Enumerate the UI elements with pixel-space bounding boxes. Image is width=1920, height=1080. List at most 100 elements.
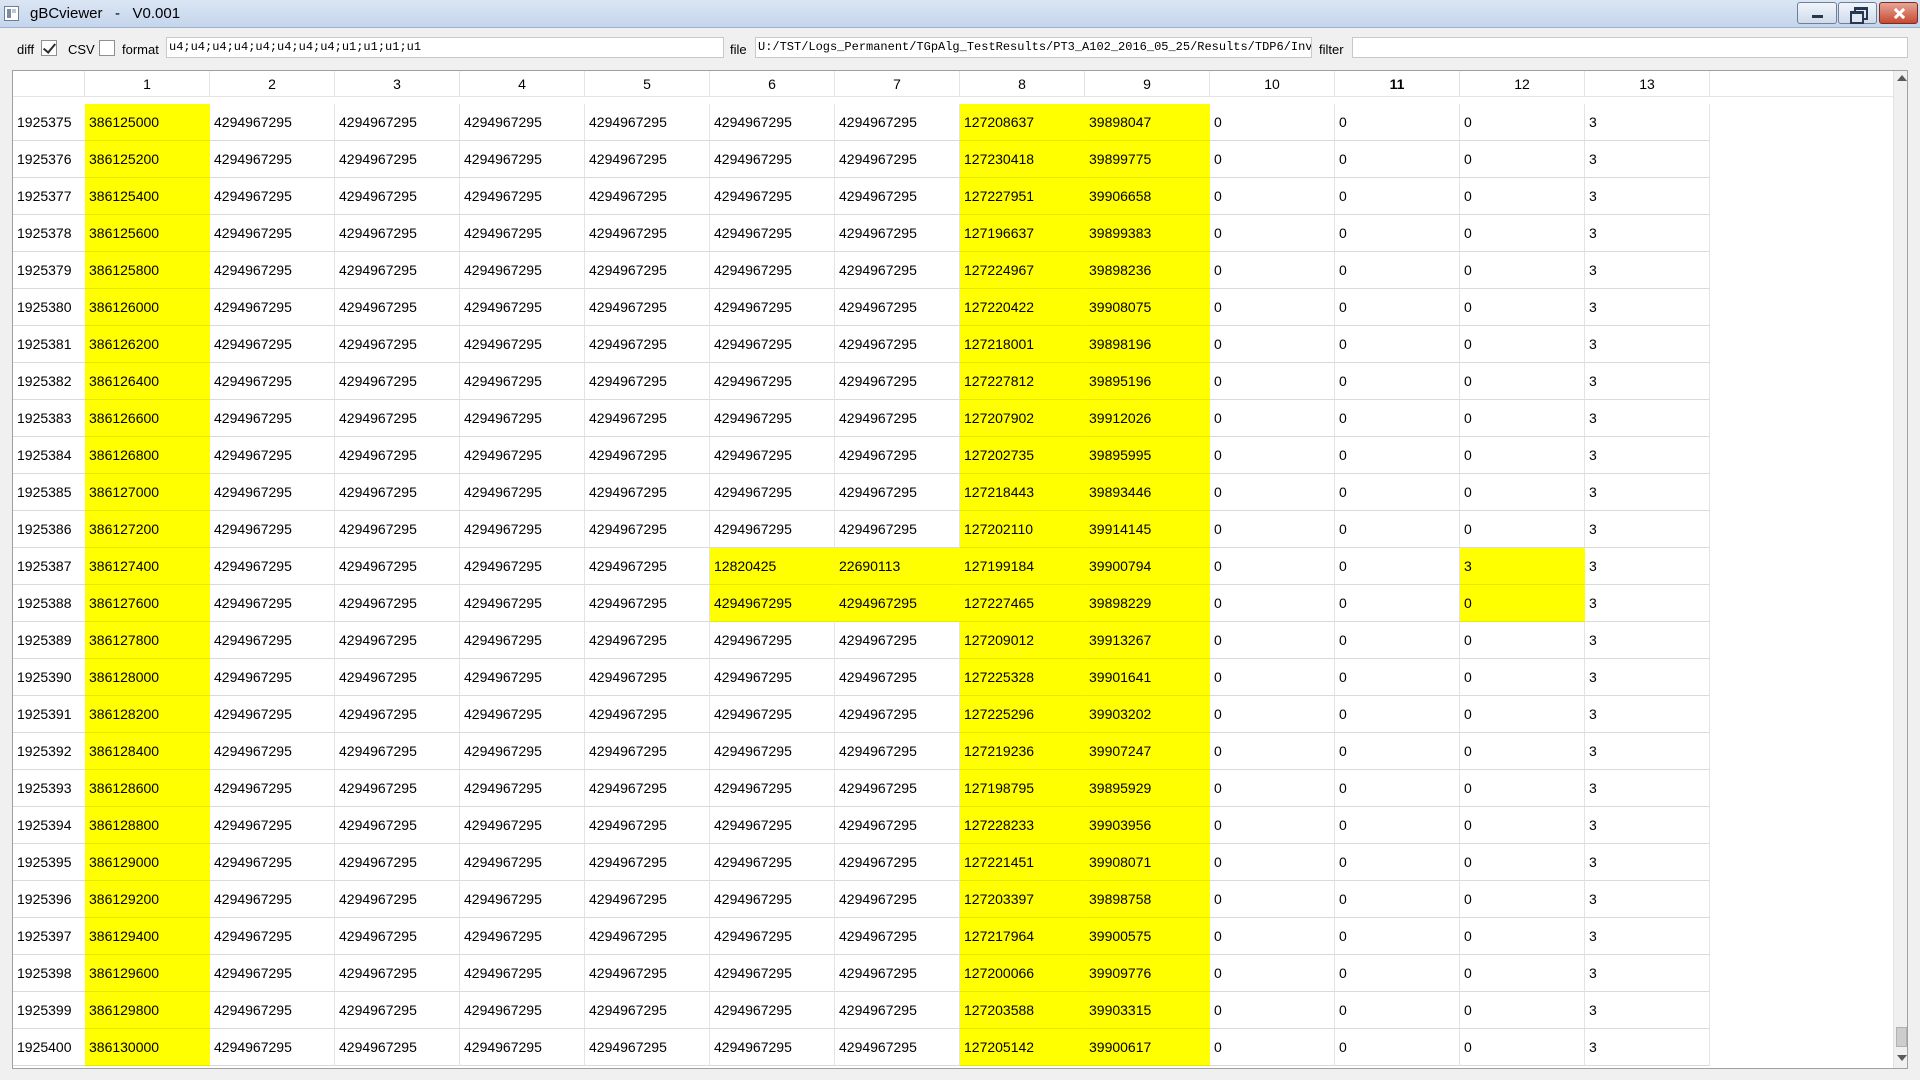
table-cell[interactable]: 4294967295 [710,474,835,511]
table-cell[interactable]: 4294967295 [460,844,585,881]
row-header[interactable]: 1925389 [13,622,85,659]
table-cell[interactable]: 4294967295 [710,252,835,289]
diff-checkbox[interactable] [41,40,57,56]
table-cell[interactable]: 39898047 [1085,104,1210,141]
table-cell[interactable]: 0 [1210,585,1335,622]
table-cell[interactable]: 4294967295 [835,289,960,326]
table-cell[interactable]: 4294967295 [835,215,960,252]
table-cell[interactable]: 39908075 [1085,289,1210,326]
table-cell[interactable]: 4294967295 [210,289,335,326]
table-cell[interactable]: 0 [1210,696,1335,733]
table-cell[interactable]: 4294967295 [460,104,585,141]
column-header-2[interactable]: 2 [210,71,335,97]
table-cell[interactable]: 4294967295 [585,474,710,511]
table-cell[interactable]: 4294967295 [585,844,710,881]
table-cell[interactable]: 0 [1335,252,1460,289]
table-cell[interactable]: 4294967295 [335,622,460,659]
table-cell[interactable]: 3 [1585,844,1710,881]
table-cell[interactable]: 4294967295 [335,289,460,326]
row-header[interactable]: 1925383 [13,400,85,437]
row-header[interactable]: 1925391 [13,696,85,733]
table-cell[interactable]: 0 [1335,585,1460,622]
table-cell[interactable]: 4294967295 [210,696,335,733]
table-cell[interactable]: 39909776 [1085,955,1210,992]
table-cell[interactable]: 4294967295 [585,178,710,215]
table-cell[interactable]: 0 [1210,363,1335,400]
table-cell[interactable]: 39903315 [1085,992,1210,1029]
table-cell[interactable]: 0 [1210,955,1335,992]
table-cell[interactable]: 4294967295 [460,141,585,178]
table-cell[interactable]: 0 [1460,252,1585,289]
table-cell[interactable]: 0 [1460,622,1585,659]
table-cell[interactable]: 386129400 [85,918,210,955]
table-cell[interactable]: 4294967295 [335,659,460,696]
table-cell[interactable]: 0 [1335,955,1460,992]
table-cell[interactable]: 386129000 [85,844,210,881]
table-cell[interactable]: 39895196 [1085,363,1210,400]
table-cell[interactable]: 4294967295 [460,215,585,252]
table-cell[interactable]: 3 [1585,511,1710,548]
table-cell[interactable]: 4294967295 [335,918,460,955]
table-cell[interactable]: 127221451 [960,844,1085,881]
table-cell[interactable]: 0 [1210,548,1335,585]
table-cell[interactable]: 39914145 [1085,511,1210,548]
table-cell[interactable]: 4294967295 [335,474,460,511]
table-cell[interactable]: 0 [1335,733,1460,770]
table-cell[interactable]: 127202735 [960,437,1085,474]
table-cell[interactable]: 4294967295 [835,252,960,289]
table-cell[interactable]: 386125400 [85,178,210,215]
table-cell[interactable]: 0 [1460,511,1585,548]
table-cell[interactable]: 39898758 [1085,881,1210,918]
table-cell[interactable]: 4294967295 [460,622,585,659]
table-cell[interactable]: 4294967295 [460,511,585,548]
table-cell[interactable]: 0 [1335,104,1460,141]
table-cell[interactable]: 4294967295 [710,844,835,881]
table-cell[interactable]: 386125600 [85,215,210,252]
table-cell[interactable]: 0 [1460,178,1585,215]
scroll-thumb[interactable] [1896,1027,1907,1047]
csv-checkbox[interactable] [99,40,115,56]
table-cell[interactable]: 127217964 [960,918,1085,955]
table-cell[interactable]: 0 [1210,326,1335,363]
table-cell[interactable]: 3 [1460,548,1585,585]
column-header-10[interactable]: 10 [1210,71,1335,97]
file-path-input[interactable]: U:/TST/Logs_Permanent/TGpAlg_TestResults… [755,37,1312,58]
table-cell[interactable]: 4294967295 [210,955,335,992]
row-header[interactable]: 1925379 [13,252,85,289]
table-cell[interactable]: 0 [1335,622,1460,659]
table-cell[interactable]: 3 [1585,955,1710,992]
table-cell[interactable]: 4294967295 [710,141,835,178]
table-cell[interactable]: 3 [1585,918,1710,955]
close-button[interactable] [1879,2,1918,24]
table-cell[interactable]: 4294967295 [460,992,585,1029]
table-cell[interactable]: 3 [1585,326,1710,363]
row-header[interactable]: 1925396 [13,881,85,918]
row-header[interactable]: 1925392 [13,733,85,770]
table-cell[interactable]: 4294967295 [710,622,835,659]
table-cell[interactable]: 3 [1585,252,1710,289]
table-cell[interactable]: 4294967295 [335,585,460,622]
table-cell[interactable]: 4294967295 [710,918,835,955]
table-cell[interactable]: 4294967295 [585,548,710,585]
table-cell[interactable]: 4294967295 [710,1029,835,1066]
table-cell[interactable]: 4294967295 [710,437,835,474]
table-cell[interactable]: 4294967295 [335,215,460,252]
table-cell[interactable]: 4294967295 [210,326,335,363]
row-header[interactable]: 1925387 [13,548,85,585]
table-cell[interactable]: 4294967295 [210,548,335,585]
table-cell[interactable]: 4294967295 [585,326,710,363]
table-cell[interactable]: 127227812 [960,363,1085,400]
table-cell[interactable]: 4294967295 [835,1029,960,1066]
table-cell[interactable]: 4294967295 [835,659,960,696]
table-cell[interactable]: 127205142 [960,1029,1085,1066]
table-cell[interactable]: 4294967295 [710,733,835,770]
table-cell[interactable]: 4294967295 [335,733,460,770]
filter-input[interactable] [1352,37,1908,58]
table-cell[interactable]: 4294967295 [835,474,960,511]
table-cell[interactable]: 4294967295 [835,918,960,955]
table-cell[interactable]: 0 [1460,659,1585,696]
table-cell[interactable]: 386125200 [85,141,210,178]
table-cell[interactable]: 4294967295 [710,696,835,733]
table-cell[interactable]: 386126000 [85,289,210,326]
table-cell[interactable]: 4294967295 [835,807,960,844]
